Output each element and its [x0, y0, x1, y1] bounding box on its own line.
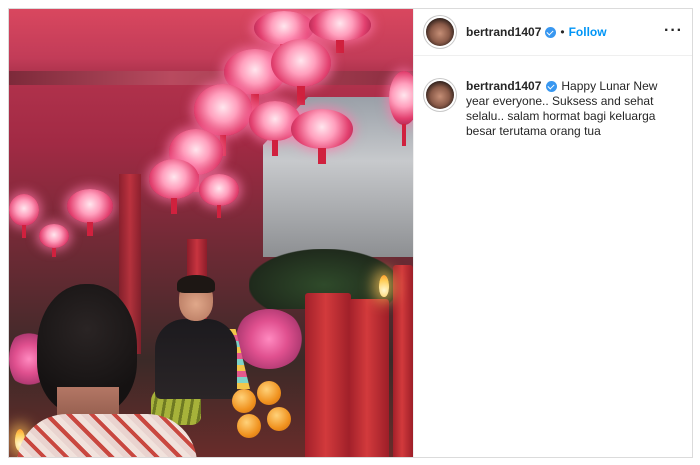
- header-username[interactable]: bertrand1407: [466, 25, 541, 39]
- more-horizontal-icon[interactable]: ···: [664, 23, 683, 39]
- lantern: [67, 189, 113, 236]
- post-sidebar: bertrand1407 • Follow ··· bertrand1407 Ha…: [413, 9, 692, 457]
- candle: [393, 265, 413, 457]
- post-header: bertrand1407 • Follow ···: [414, 9, 692, 56]
- lantern: [39, 224, 69, 258]
- caption-username[interactable]: bertrand1407: [466, 79, 541, 93]
- foreground-person-shirt: [17, 414, 197, 457]
- lantern: [149, 159, 199, 215]
- lantern: [309, 9, 371, 54]
- candle: [305, 293, 351, 457]
- lantern: [199, 174, 239, 219]
- follow-button[interactable]: Follow: [569, 25, 607, 39]
- post-photo[interactable]: [9, 9, 413, 457]
- lantern: [271, 39, 331, 106]
- caption-avatar[interactable]: [426, 81, 454, 109]
- lantern: [194, 84, 252, 156]
- lantern: [291, 109, 353, 165]
- lantern: [9, 194, 39, 239]
- caption: bertrand1407 Happy Lunar New year everyon…: [466, 79, 681, 139]
- verified-badge-icon: [546, 81, 558, 93]
- candle: [349, 299, 389, 457]
- verified-badge-icon: [545, 26, 557, 38]
- separator-dot: •: [560, 25, 565, 39]
- caption-row: bertrand1407 Happy Lunar New year everyon…: [426, 79, 686, 139]
- lantern: [389, 71, 413, 146]
- avatar[interactable]: [426, 18, 454, 46]
- instagram-post: bertrand1407 • Follow ··· bertrand1407 Ha…: [8, 8, 693, 458]
- fruit-offering: [152, 369, 307, 457]
